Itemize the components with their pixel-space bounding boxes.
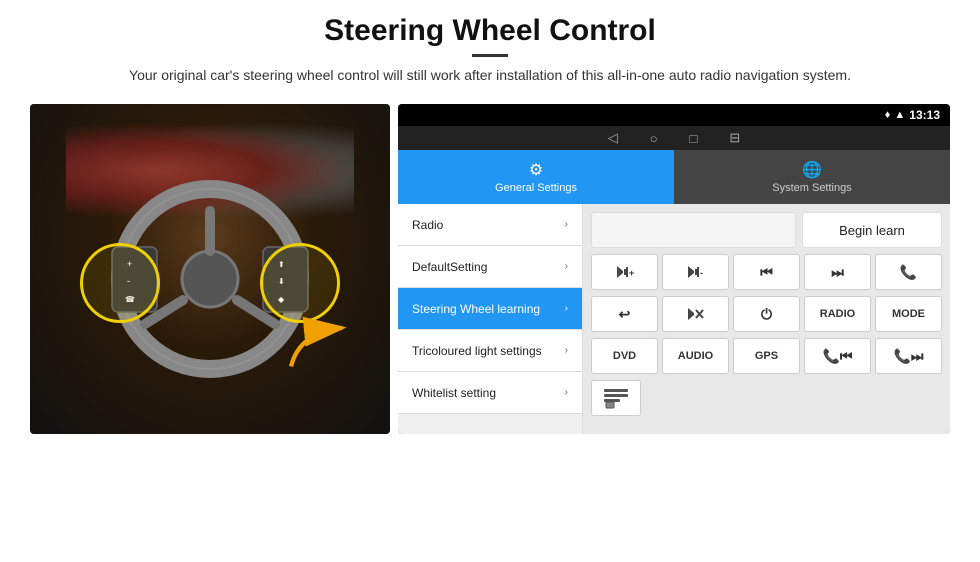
menu-item-whitelist-label: Whitelist setting [412, 386, 565, 400]
gps-btn[interactable]: GPS [733, 338, 800, 374]
subtitle: Your original car's steering wheel contr… [90, 65, 890, 86]
dvd-btn[interactable]: DVD [591, 338, 658, 374]
prev-track-btn[interactable]: ⏮ [733, 254, 800, 290]
svg-text:+: + [629, 268, 634, 278]
tab-system[interactable]: 🌐 System Settings [674, 150, 950, 204]
home-nav-icon[interactable]: ○ [650, 131, 658, 146]
hang-up-btn[interactable]: ↩ [591, 296, 658, 332]
radio-btn[interactable]: RADIO [804, 296, 871, 332]
begin-learn-button[interactable]: Begin learn [802, 212, 942, 248]
car-image-bg: + - ☎ ⬆ ⬇ ◆ [30, 104, 390, 434]
vol-up-icon: + [614, 263, 636, 281]
power-btn[interactable]: ⏻ [733, 296, 800, 332]
control-row-3: DVD AUDIO GPS 📞⏮ 📞⏭ [591, 338, 942, 374]
scan-icon [602, 386, 630, 410]
settings-content: Radio › DefaultSetting › Steering Wheel … [398, 204, 950, 434]
title-divider [472, 54, 508, 57]
menu-item-radio[interactable]: Radio › [398, 204, 582, 246]
general-settings-icon: ⚙ [529, 160, 543, 180]
wifi-icon: ▲ [894, 109, 905, 121]
recent-nav-icon[interactable]: □ [690, 131, 698, 146]
content-area: + - ☎ ⬆ ⬇ ◆ [0, 94, 980, 562]
menu-item-whitelist[interactable]: Whitelist setting › [398, 372, 582, 414]
begin-learn-row: Begin learn [591, 212, 942, 248]
system-settings-icon: 🌐 [802, 160, 822, 180]
yellow-circle-right [260, 243, 340, 323]
vol-down-btn[interactable]: - [662, 254, 729, 290]
phone-prev-btn[interactable]: 📞⏮ [804, 338, 871, 374]
scan-row [591, 380, 942, 416]
audio-btn[interactable]: AUDIO [662, 338, 729, 374]
menu-item-radio-chevron: › [565, 219, 568, 230]
menu-item-tricoloured-chevron: › [565, 345, 568, 356]
location-icon: ♦ [885, 109, 891, 121]
next-track-btn[interactable]: ⏭ [804, 254, 871, 290]
begin-learn-empty-area [591, 212, 796, 248]
tab-general-label: General Settings [495, 182, 577, 194]
settings-tabs: ⚙ General Settings 🌐 System Settings [398, 150, 950, 204]
back-nav-icon[interactable]: ◁ [608, 130, 618, 146]
phone-next-btn[interactable]: 📞⏭ [875, 338, 942, 374]
menu-item-steering[interactable]: Steering Wheel learning › [398, 288, 582, 330]
page-container: Steering Wheel Control Your original car… [0, 0, 980, 562]
settings-menu: Radio › DefaultSetting › Steering Wheel … [398, 204, 583, 434]
nav-bar: ◁ ○ □ ⊟ [398, 126, 950, 150]
scan-btn[interactable] [591, 380, 641, 416]
car-image-section: + - ☎ ⬆ ⬇ ◆ [30, 104, 390, 434]
menu-item-tricoloured-label: Tricoloured light settings [412, 344, 565, 358]
svg-text:-: - [700, 268, 703, 278]
menu-item-steering-chevron: › [565, 303, 568, 314]
tab-system-label: System Settings [772, 182, 851, 194]
yellow-circle-left [80, 243, 160, 323]
control-row-1: + - ⏮ ⏭ 📞 [591, 254, 942, 290]
page-title: Steering Wheel Control [40, 14, 940, 48]
header-section: Steering Wheel Control Your original car… [0, 0, 980, 94]
mode-btn[interactable]: MODE [875, 296, 942, 332]
cast-nav-icon[interactable]: ⊟ [729, 130, 740, 146]
settings-panel: Begin learn + [583, 204, 950, 434]
vol-down-icon: - [685, 263, 707, 281]
menu-item-default-label: DefaultSetting [412, 260, 565, 274]
device-section: ♦ ▲ 13:13 ◁ ○ □ ⊟ ⚙ General Settings � [398, 104, 950, 434]
tab-general[interactable]: ⚙ General Settings [398, 150, 674, 204]
menu-item-tricoloured[interactable]: Tricoloured light settings › [398, 330, 582, 372]
vol-up-btn[interactable]: + [591, 254, 658, 290]
status-bar: ♦ ▲ 13:13 [398, 104, 950, 126]
mute-btn[interactable] [662, 296, 729, 332]
status-time: 13:13 [909, 108, 940, 122]
arrow-overlay [281, 315, 361, 375]
phone-answer-btn[interactable]: 📞 [875, 254, 942, 290]
menu-item-steering-label: Steering Wheel learning [412, 302, 565, 316]
menu-item-default-chevron: › [565, 261, 568, 272]
menu-item-defaultsetting[interactable]: DefaultSetting › [398, 246, 582, 288]
control-row-2: ↩ ⏻ RADIO MODE [591, 296, 942, 332]
menu-item-radio-label: Radio [412, 218, 565, 232]
status-bar-right-icons: ♦ ▲ 13:13 [885, 108, 940, 122]
menu-item-whitelist-chevron: › [565, 387, 568, 398]
mute-icon [685, 305, 707, 323]
